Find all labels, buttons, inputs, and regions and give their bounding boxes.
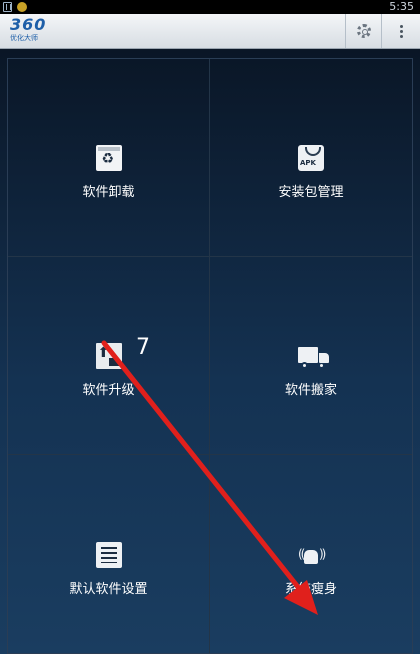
overflow-menu-button[interactable]	[381, 14, 420, 48]
tile-apk-manager[interactable]: 安装包管理	[210, 59, 412, 257]
recycle-bin-icon	[95, 145, 122, 171]
tile-label: 软件卸载	[82, 185, 135, 200]
android-slim-icon: ((	[298, 542, 324, 568]
update-count-badge: 7	[136, 335, 150, 360]
settings-button[interactable]	[345, 14, 381, 48]
tile-upgrade[interactable]: 软件升级 7	[8, 257, 210, 455]
app-logo: 360 优化大师	[10, 16, 70, 46]
clock: 5:35	[389, 0, 414, 13]
list-settings-icon	[95, 541, 122, 568]
tile-label: 安装包管理	[278, 185, 344, 200]
tile-label: 软件升级	[82, 383, 135, 398]
apk-package-icon	[298, 145, 324, 171]
gear-icon	[356, 24, 371, 38]
main-content: 软件卸载 安装包管理 软件升级 7 软件搬家 默认软件设置 (( 系统瘦身	[0, 49, 420, 654]
tile-label: 软件搬家	[284, 383, 337, 398]
upgrade-icon	[95, 343, 122, 369]
truck-icon	[298, 343, 329, 369]
app-bar: 360 优化大师	[0, 14, 420, 49]
status-bar: 5:35	[0, 0, 420, 14]
tile-default-apps[interactable]: 默认软件设置	[8, 455, 210, 653]
gallery-notification-icon	[3, 2, 12, 12]
overflow-menu-icon	[399, 24, 403, 38]
logo-subtitle: 优化大师	[10, 34, 38, 42]
app-notification-icon	[17, 2, 27, 12]
logo-number: 360	[10, 15, 47, 34]
tile-uninstall[interactable]: 软件卸载	[8, 59, 210, 257]
tile-move-apps[interactable]: 软件搬家	[210, 257, 412, 455]
tile-system-slim[interactable]: (( 系统瘦身	[210, 455, 412, 653]
tool-grid: 软件卸载 安装包管理 软件升级 7 软件搬家 默认软件设置 (( 系统瘦身	[7, 58, 413, 654]
tile-label: 默认软件设置	[69, 581, 148, 597]
tile-label: 系统瘦身	[284, 581, 337, 597]
